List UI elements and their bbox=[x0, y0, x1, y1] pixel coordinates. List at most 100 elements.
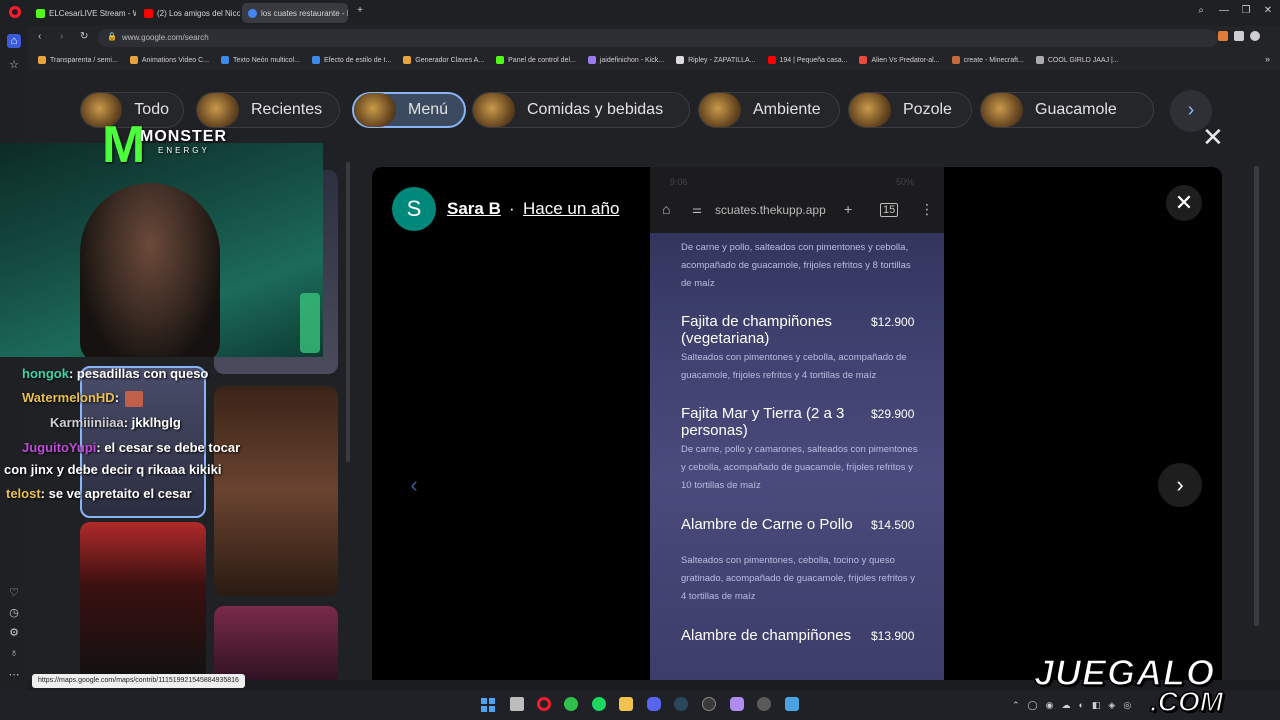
back-icon[interactable]: ‹ bbox=[38, 31, 41, 42]
menu-item-price: $12.900 bbox=[871, 315, 915, 329]
menu-item-desc: De carne, pollo y camarones, salteados c… bbox=[681, 444, 918, 491]
monster-logo: M MONSTER ENERGY bbox=[100, 116, 227, 178]
opera-logo-icon[interactable] bbox=[9, 6, 21, 18]
speed-dial-icon[interactable]: ☆ bbox=[7, 58, 21, 72]
new-tab-icon[interactable]: + bbox=[352, 5, 368, 16]
photo-thumbnail[interactable] bbox=[214, 606, 338, 680]
scrollbar[interactable] bbox=[1254, 166, 1259, 626]
chip-label: Menú bbox=[408, 101, 449, 118]
tab-2[interactable]: (2) Los amigos del Nico # bbox=[138, 3, 240, 23]
discord-taskbar-icon[interactable] bbox=[647, 697, 661, 711]
chip-thumbnail bbox=[981, 93, 1023, 127]
chip-thumbnail bbox=[699, 93, 741, 127]
tabs-icon: 15 bbox=[880, 203, 899, 217]
bulb-icon[interactable]: ♁ bbox=[7, 646, 21, 660]
spotify-taskbar-icon[interactable] bbox=[592, 697, 606, 711]
close-icon[interactable]: ✕ bbox=[1260, 5, 1276, 16]
bookmark-item[interactable]: Animations Video C... bbox=[129, 56, 210, 64]
bookmark-label: Animations Video C... bbox=[141, 56, 210, 64]
bookmark-favicon-icon bbox=[676, 56, 685, 64]
chat-text: : bbox=[114, 390, 120, 405]
chip-comidas-y-bebidas[interactable]: Comidas y bebidas bbox=[472, 92, 690, 128]
bookmark-label: jaidefinichon - Kick... bbox=[599, 56, 665, 64]
folder-taskbar-icon[interactable] bbox=[619, 697, 633, 711]
menu-item-price: $13.900 bbox=[871, 629, 915, 643]
avatar[interactable]: S bbox=[392, 187, 436, 231]
photo-thumbnail[interactable] bbox=[214, 386, 338, 596]
close-icon[interactable]: ✕ bbox=[1202, 122, 1224, 153]
tab-title: los cuates restaurante - B bbox=[261, 8, 348, 18]
author-name[interactable]: Sara B bbox=[447, 199, 501, 219]
bookmarks-more-icon[interactable]: » bbox=[1265, 54, 1270, 64]
chip-pozole[interactable]: Pozole bbox=[848, 92, 972, 128]
chevron-right-icon[interactable]: › bbox=[1158, 463, 1202, 507]
watermark-line2: .COM bbox=[1149, 685, 1224, 718]
bookmark-item[interactable]: Alien Vs Predator-al... bbox=[859, 56, 940, 64]
app-taskbar-icon[interactable] bbox=[757, 697, 771, 711]
windows-start-icon[interactable] bbox=[481, 698, 495, 712]
chip-label: Recientes bbox=[251, 101, 323, 118]
home-icon[interactable]: ⌂ bbox=[7, 34, 21, 48]
chat-username: JuguitoYupi bbox=[22, 440, 97, 455]
steam-taskbar-icon[interactable] bbox=[674, 697, 688, 711]
obs-taskbar-icon[interactable] bbox=[702, 697, 716, 711]
tab-1[interactable]: ELCesarLIVE Stream - Wat bbox=[30, 3, 136, 23]
tab-title: ELCesarLIVE Stream - Wat bbox=[49, 8, 136, 18]
streamer-silhouette bbox=[80, 183, 220, 357]
bookmark-item[interactable]: jaidefinichon - Kick... bbox=[587, 56, 665, 64]
logo-sub-text: ENERGY bbox=[158, 146, 210, 155]
link-status-url: https://maps.google.com/maps/contrib/111… bbox=[32, 674, 245, 688]
bookmark-item[interactable]: Transparenta / semi... bbox=[38, 56, 118, 64]
chip-menú[interactable]: Menú bbox=[352, 92, 466, 128]
extension-icon[interactable] bbox=[1250, 31, 1260, 41]
reload-icon[interactable]: ↻ bbox=[80, 31, 88, 42]
chip-ambiente[interactable]: Ambiente bbox=[698, 92, 840, 128]
scrollbar[interactable] bbox=[346, 162, 350, 462]
photo-thumbnail[interactable] bbox=[80, 522, 206, 680]
chat-username: Karmiiiniiaa bbox=[50, 415, 124, 430]
app-taskbar-icon[interactable] bbox=[730, 697, 744, 711]
clock-icon[interactable]: ◷ bbox=[7, 606, 21, 620]
minimize-icon[interactable]: — bbox=[1216, 5, 1232, 16]
bookmark-item[interactable]: Ripley - ZAPATILLA... bbox=[676, 56, 756, 64]
bookmark-item[interactable]: COOL GIRLD JAAJ |... bbox=[1035, 56, 1119, 64]
extension-icon[interactable] bbox=[1218, 31, 1228, 41]
chevron-left-icon[interactable]: ‹ bbox=[392, 463, 436, 507]
opera-taskbar-icon[interactable] bbox=[537, 697, 551, 711]
extension-icon[interactable] bbox=[1234, 31, 1244, 41]
bookmark-item[interactable]: Texto Neón multicol... bbox=[221, 56, 300, 64]
chip-guacamole[interactable]: Guacamole bbox=[980, 92, 1154, 128]
bookmark-label: COOL GIRLD JAAJ |... bbox=[1047, 56, 1119, 64]
settings-icon: ⚌ bbox=[692, 204, 702, 216]
bookmark-item[interactable]: Generador Claves A... bbox=[403, 56, 484, 64]
bookmarks-bar: Transparenta / semi... Animations Video C… bbox=[28, 50, 1280, 70]
menu-item-price: $29.900 bbox=[871, 407, 915, 421]
task-view-icon[interactable] bbox=[510, 697, 524, 711]
search-icon[interactable]: ⌕ bbox=[1193, 5, 1209, 16]
bookmark-item[interactable]: 194 | Pequeña casa... bbox=[767, 56, 848, 64]
bookmark-favicon-icon bbox=[403, 56, 412, 64]
gear-icon[interactable]: ⚙ bbox=[7, 626, 21, 640]
bookmark-favicon-icon bbox=[129, 56, 138, 64]
bookmark-item[interactable]: Panel de control del... bbox=[496, 56, 576, 64]
forward-icon[interactable]: › bbox=[60, 31, 63, 42]
tab-3[interactable]: los cuates restaurante - B bbox=[242, 3, 348, 23]
heart-icon[interactable]: ♡ bbox=[7, 586, 21, 600]
maximize-icon[interactable]: ❐ bbox=[1238, 5, 1254, 16]
bookmark-label: 194 | Pequeña casa... bbox=[779, 56, 848, 64]
url-field[interactable]: 🔒 www.google.com/search bbox=[98, 29, 1218, 47]
bookmark-favicon-icon bbox=[587, 56, 596, 64]
close-icon[interactable]: ✕ bbox=[1166, 185, 1202, 221]
review-time[interactable]: Hace un año bbox=[523, 199, 619, 219]
logo-brand-text: MONSTER bbox=[140, 128, 227, 145]
extensions-area[interactable] bbox=[1218, 31, 1274, 45]
xbox-taskbar-icon[interactable] bbox=[564, 697, 578, 711]
bookmark-item[interactable]: create - Minecraft... bbox=[951, 56, 1024, 64]
bookmark-favicon-icon bbox=[38, 56, 46, 64]
bookmark-item[interactable]: Efecto de estilo de t... bbox=[311, 56, 391, 64]
notepad-taskbar-icon[interactable] bbox=[785, 697, 799, 711]
bookmark-favicon-icon bbox=[221, 56, 230, 64]
chat-text: : jkklhglg bbox=[123, 415, 181, 430]
more-icon[interactable]: ⋯ bbox=[7, 668, 21, 682]
home-icon: ⌂ bbox=[662, 201, 671, 217]
